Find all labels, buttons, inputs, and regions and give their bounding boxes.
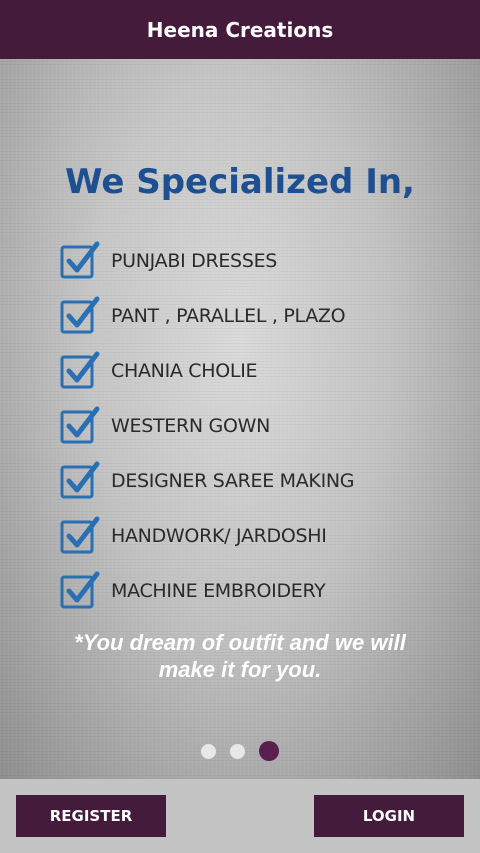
page-dot-2[interactable] xyxy=(230,743,245,759)
checkbox-checked-icon xyxy=(60,406,100,446)
list-item-label: PUNJABI DRESSES xyxy=(111,249,278,272)
list-item: CHANIA CHOLIE xyxy=(60,343,354,398)
list-item: DESIGNER SAREE MAKING xyxy=(60,453,355,508)
page-dot-1[interactable] xyxy=(201,743,216,759)
checkbox-checked-icon xyxy=(60,516,100,556)
checkbox-checked-icon xyxy=(60,241,100,281)
slide-heading: We Specialized In, xyxy=(65,162,415,202)
bottom-action-bar: REGISTER LOGIN xyxy=(0,779,480,853)
list-item-label: HANDWORK/ JARDOSHI xyxy=(111,524,327,547)
register-button[interactable]: REGISTER xyxy=(16,795,166,837)
app-bar: Heena Creations xyxy=(0,0,480,59)
list-item-label: CHANIA CHOLIE xyxy=(111,359,258,382)
login-button[interactable]: LOGIN xyxy=(314,795,464,837)
list-item-label: WESTERN GOWN xyxy=(111,414,270,437)
checkbox-checked-icon xyxy=(60,296,100,336)
specialties-slide[interactable]: We Specialized In, PUNJABI DRESSES PANT … xyxy=(0,59,480,779)
page-dot-3-active[interactable] xyxy=(259,741,279,761)
tagline-line-1: *You dream of outfit and we will xyxy=(74,630,406,655)
checkbox-checked-icon xyxy=(60,571,100,611)
page-indicator xyxy=(0,741,480,761)
list-item-label: DESIGNER SAREE MAKING xyxy=(111,469,355,492)
list-item-label: MACHINE EMBROIDERY xyxy=(111,579,326,602)
list-item: MACHINE EMBROIDERY xyxy=(60,563,354,618)
specialties-list: PUNJABI DRESSES PANT , PARALLEL , PLAZO … xyxy=(60,233,355,618)
list-item: HANDWORK/ JARDOSHI xyxy=(60,508,354,563)
checkbox-checked-icon xyxy=(60,461,100,501)
tagline-line-2: make it for you. xyxy=(158,657,322,682)
list-item: WESTERN GOWN xyxy=(60,398,354,453)
tagline: *You dream of outfit and we will make it… xyxy=(0,629,480,683)
list-item-label: PANT , PARALLEL , PLAZO xyxy=(111,304,346,327)
checkbox-checked-icon xyxy=(60,351,100,391)
list-item: PUNJABI DRESSES xyxy=(60,233,354,288)
app-title: Heena Creations xyxy=(146,17,334,42)
list-item: PANT , PARALLEL , PLAZO xyxy=(60,288,354,343)
